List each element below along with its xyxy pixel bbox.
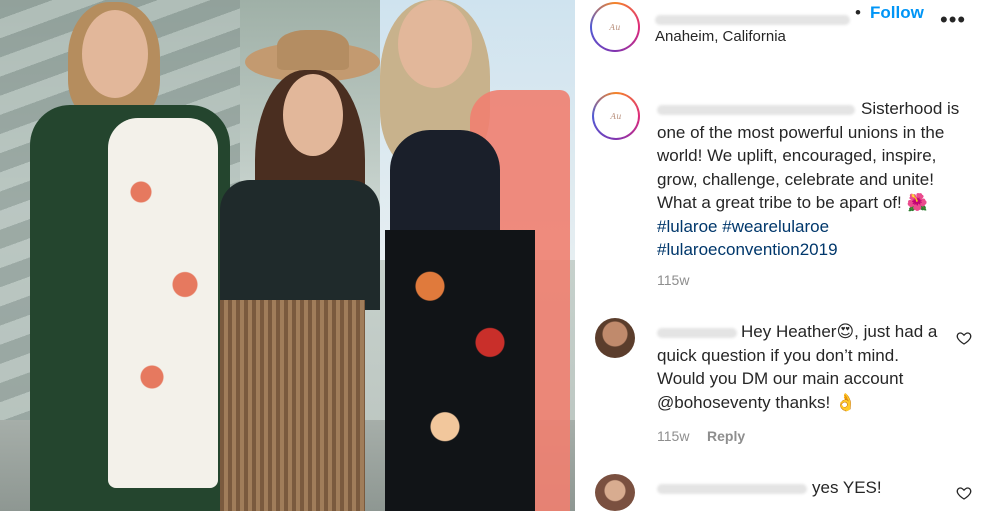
post-photo[interactable] bbox=[0, 0, 575, 511]
instagram-post: Au • Follow Anaheim, California ••• Au S… bbox=[0, 0, 990, 511]
post-side-panel: Au • Follow Anaheim, California ••• Au S… bbox=[575, 0, 990, 511]
post-caption: Sisterhood is one of the most powerful u… bbox=[657, 97, 977, 262]
follow-separator: • bbox=[855, 3, 861, 22]
avatar-logo: Au bbox=[609, 22, 621, 32]
commenter-avatar[interactable] bbox=[595, 318, 635, 358]
hashtag-link[interactable]: #lularoe bbox=[657, 217, 718, 236]
location-link[interactable]: Anaheim, California bbox=[655, 28, 786, 45]
flower-emoji: 🌺 bbox=[906, 193, 928, 212]
commenter-username-redacted[interactable] bbox=[657, 327, 737, 338]
commenter-avatar[interactable] bbox=[595, 474, 635, 511]
account-avatar[interactable]: Au bbox=[590, 2, 640, 52]
caption-avatar[interactable]: Au bbox=[592, 92, 640, 140]
reply-button[interactable]: Reply bbox=[707, 428, 745, 444]
commenter-username-redacted[interactable] bbox=[657, 483, 807, 494]
follow-button[interactable]: Follow bbox=[870, 3, 924, 23]
comment-text: Hey Heather😍, just had a quick question … bbox=[657, 322, 938, 412]
caption-username-redacted[interactable] bbox=[657, 104, 855, 115]
username-redacted[interactable] bbox=[655, 11, 850, 29]
post-header: Au • Follow Anaheim, California ••• bbox=[575, 0, 990, 70]
avatar-logo: Au bbox=[610, 111, 622, 121]
hashtag-link[interactable]: #lularoeconvention2019 bbox=[657, 240, 838, 259]
hashtag-link[interactable]: #wearelularoe bbox=[722, 217, 829, 236]
heart-eyes-emoji: 😍 bbox=[836, 322, 855, 341]
comment-text: yes YES! bbox=[657, 476, 947, 500]
more-options-icon[interactable]: ••• bbox=[940, 7, 966, 33]
heart-icon[interactable] bbox=[956, 330, 972, 346]
ok-hand-emoji: 👌 bbox=[834, 392, 857, 412]
heart-icon[interactable] bbox=[956, 485, 972, 501]
caption-age[interactable]: 115w bbox=[657, 272, 689, 288]
comment-age[interactable]: 115w bbox=[657, 428, 689, 444]
